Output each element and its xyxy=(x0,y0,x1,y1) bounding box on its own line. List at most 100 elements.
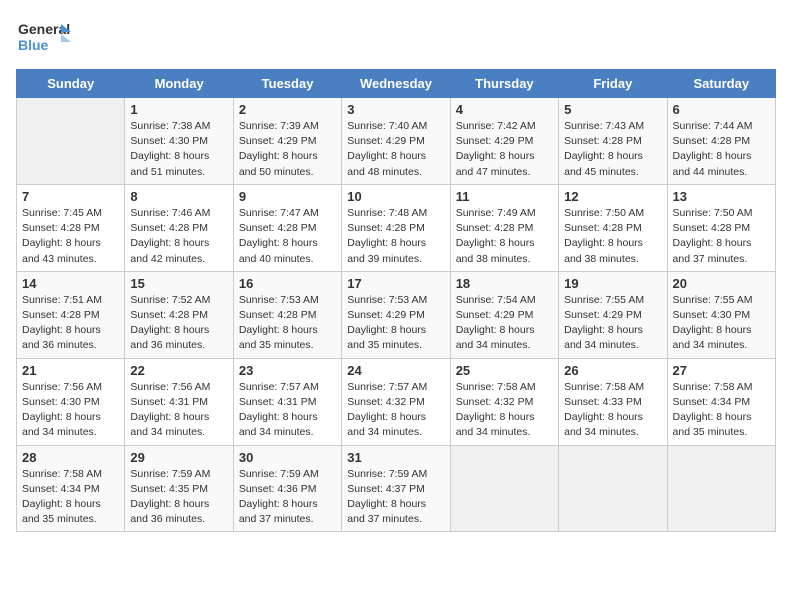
calendar-day-cell: 18 Sunrise: 7:54 AMSunset: 4:29 PMDayligh… xyxy=(450,271,558,358)
calendar-day-cell: 4 Sunrise: 7:42 AMSunset: 4:29 PMDaylight… xyxy=(450,98,558,185)
day-info: Sunrise: 7:57 AMSunset: 4:31 PMDaylight:… xyxy=(239,380,336,441)
weekday-header-monday: Monday xyxy=(125,70,233,98)
day-number: 30 xyxy=(239,450,336,465)
calendar-day-cell: 19 Sunrise: 7:55 AMSunset: 4:29 PMDayligh… xyxy=(559,271,667,358)
day-info: Sunrise: 7:40 AMSunset: 4:29 PMDaylight:… xyxy=(347,119,444,180)
day-number: 1 xyxy=(130,102,227,117)
calendar-week-row: 14 Sunrise: 7:51 AMSunset: 4:28 PMDayligh… xyxy=(17,271,776,358)
day-info: Sunrise: 7:47 AMSunset: 4:28 PMDaylight:… xyxy=(239,206,336,267)
weekday-header-saturday: Saturday xyxy=(667,70,775,98)
day-number: 27 xyxy=(673,363,770,378)
day-number: 22 xyxy=(130,363,227,378)
day-info: Sunrise: 7:50 AMSunset: 4:28 PMDaylight:… xyxy=(564,206,661,267)
weekday-header-sunday: Sunday xyxy=(17,70,125,98)
day-info: Sunrise: 7:49 AMSunset: 4:28 PMDaylight:… xyxy=(456,206,553,267)
day-info: Sunrise: 7:54 AMSunset: 4:29 PMDaylight:… xyxy=(456,293,553,354)
calendar-day-cell: 16Sunrise: 7:53 AMSunset: 4:28 PMDayligh… xyxy=(233,271,341,358)
calendar-day-cell: 8Sunrise: 7:46 AMSunset: 4:28 PMDaylight… xyxy=(125,184,233,271)
weekday-header-friday: Friday xyxy=(559,70,667,98)
day-info: Sunrise: 7:53 AMSunset: 4:29 PMDaylight:… xyxy=(347,293,444,354)
day-number: 11 xyxy=(456,189,553,204)
weekday-header-thursday: Thursday xyxy=(450,70,558,98)
day-number: 6 xyxy=(673,102,770,117)
day-info: Sunrise: 7:55 AMSunset: 4:29 PMDaylight:… xyxy=(564,293,661,354)
day-info: Sunrise: 7:59 AMSunset: 4:37 PMDaylight:… xyxy=(347,467,444,528)
day-number: 10 xyxy=(347,189,444,204)
header: GeneralBlue xyxy=(16,16,776,61)
calendar-day-cell: 7Sunrise: 7:45 AMSunset: 4:28 PMDaylight… xyxy=(17,184,125,271)
calendar-day-cell: 9 Sunrise: 7:47 AMSunset: 4:28 PMDaylight… xyxy=(233,184,341,271)
day-info: Sunrise: 7:59 AMSunset: 4:36 PMDaylight:… xyxy=(239,467,336,528)
day-number: 19 xyxy=(564,276,661,291)
calendar-day-cell: 25Sunrise: 7:58 AMSunset: 4:32 PMDayligh… xyxy=(450,358,558,445)
calendar-day-cell: 5 Sunrise: 7:43 AMSunset: 4:28 PMDaylight… xyxy=(559,98,667,185)
day-info: Sunrise: 7:46 AMSunset: 4:28 PMDaylight:… xyxy=(130,206,227,267)
day-number: 26 xyxy=(564,363,661,378)
empty-cell xyxy=(17,98,125,185)
calendar-week-row: 21 Sunrise: 7:56 AMSunset: 4:30 PMDayligh… xyxy=(17,358,776,445)
calendar-day-cell: 14 Sunrise: 7:51 AMSunset: 4:28 PMDayligh… xyxy=(17,271,125,358)
day-number: 29 xyxy=(130,450,227,465)
empty-cell xyxy=(559,445,667,532)
day-number: 17 xyxy=(347,276,444,291)
calendar-table: SundayMondayTuesdayWednesdayThursdayFrid… xyxy=(16,69,776,532)
day-number: 14 xyxy=(22,276,119,291)
calendar-day-cell: 6 Sunrise: 7:44 AMSunset: 4:28 PMDaylight… xyxy=(667,98,775,185)
calendar-day-cell: 27 Sunrise: 7:58 AMSunset: 4:34 PMDayligh… xyxy=(667,358,775,445)
calendar-body: 1 Sunrise: 7:38 AMSunset: 4:30 PMDaylight… xyxy=(17,98,776,532)
day-info: Sunrise: 7:57 AMSunset: 4:32 PMDaylight:… xyxy=(347,380,444,441)
logo-svg: GeneralBlue xyxy=(16,16,76,61)
calendar-day-cell: 1 Sunrise: 7:38 AMSunset: 4:30 PMDaylight… xyxy=(125,98,233,185)
day-number: 13 xyxy=(673,189,770,204)
day-info: Sunrise: 7:58 AMSunset: 4:33 PMDaylight:… xyxy=(564,380,661,441)
day-info: Sunrise: 7:55 AMSunset: 4:30 PMDaylight:… xyxy=(673,293,770,354)
day-info: Sunrise: 7:52 AMSunset: 4:28 PMDaylight:… xyxy=(130,293,227,354)
calendar-day-cell: 31 Sunrise: 7:59 AMSunset: 4:37 PMDayligh… xyxy=(342,445,450,532)
day-number: 3 xyxy=(347,102,444,117)
day-number: 18 xyxy=(456,276,553,291)
day-number: 31 xyxy=(347,450,444,465)
empty-cell xyxy=(450,445,558,532)
calendar-day-cell: 3 Sunrise: 7:40 AMSunset: 4:29 PMDaylight… xyxy=(342,98,450,185)
day-info: Sunrise: 7:56 AMSunset: 4:31 PMDaylight:… xyxy=(130,380,227,441)
calendar-day-cell: 23 Sunrise: 7:57 AMSunset: 4:31 PMDayligh… xyxy=(233,358,341,445)
day-info: Sunrise: 7:51 AMSunset: 4:28 PMDaylight:… xyxy=(22,293,119,354)
calendar-day-cell: 11 Sunrise: 7:49 AMSunset: 4:28 PMDayligh… xyxy=(450,184,558,271)
calendar-day-cell: 17 Sunrise: 7:53 AMSunset: 4:29 PMDayligh… xyxy=(342,271,450,358)
day-info: Sunrise: 7:56 AMSunset: 4:30 PMDaylight:… xyxy=(22,380,119,441)
calendar-day-cell: 15 Sunrise: 7:52 AMSunset: 4:28 PMDayligh… xyxy=(125,271,233,358)
calendar-day-cell: 2Sunrise: 7:39 AMSunset: 4:29 PMDaylight… xyxy=(233,98,341,185)
svg-text:Blue: Blue xyxy=(18,37,49,53)
calendar-day-cell: 30 Sunrise: 7:59 AMSunset: 4:36 PMDayligh… xyxy=(233,445,341,532)
day-number: 5 xyxy=(564,102,661,117)
weekday-header-row: SundayMondayTuesdayWednesdayThursdayFrid… xyxy=(17,70,776,98)
day-number: 24 xyxy=(347,363,444,378)
calendar-week-row: 28Sunrise: 7:58 AMSunset: 4:34 PMDayligh… xyxy=(17,445,776,532)
day-number: 21 xyxy=(22,363,119,378)
day-info: Sunrise: 7:42 AMSunset: 4:29 PMDaylight:… xyxy=(456,119,553,180)
day-info: Sunrise: 7:38 AMSunset: 4:30 PMDaylight:… xyxy=(130,119,227,180)
calendar-day-cell: 12 Sunrise: 7:50 AMSunset: 4:28 PMDayligh… xyxy=(559,184,667,271)
day-number: 28 xyxy=(22,450,119,465)
day-number: 12 xyxy=(564,189,661,204)
calendar-day-cell: 29 Sunrise: 7:59 AMSunset: 4:35 PMDayligh… xyxy=(125,445,233,532)
day-number: 9 xyxy=(239,189,336,204)
calendar-day-cell: 28Sunrise: 7:58 AMSunset: 4:34 PMDayligh… xyxy=(17,445,125,532)
day-info: Sunrise: 7:53 AMSunset: 4:28 PMDaylight:… xyxy=(239,293,336,354)
calendar-day-cell: 21 Sunrise: 7:56 AMSunset: 4:30 PMDayligh… xyxy=(17,358,125,445)
day-number: 4 xyxy=(456,102,553,117)
day-info: Sunrise: 7:58 AMSunset: 4:34 PMDaylight:… xyxy=(673,380,770,441)
day-info: Sunrise: 7:58 AMSunset: 4:32 PMDaylight:… xyxy=(456,380,553,441)
day-info: Sunrise: 7:43 AMSunset: 4:28 PMDaylight:… xyxy=(564,119,661,180)
weekday-header-tuesday: Tuesday xyxy=(233,70,341,98)
day-number: 23 xyxy=(239,363,336,378)
calendar-week-row: 1 Sunrise: 7:38 AMSunset: 4:30 PMDaylight… xyxy=(17,98,776,185)
day-info: Sunrise: 7:59 AMSunset: 4:35 PMDaylight:… xyxy=(130,467,227,528)
calendar-day-cell: 20 Sunrise: 7:55 AMSunset: 4:30 PMDayligh… xyxy=(667,271,775,358)
day-number: 20 xyxy=(673,276,770,291)
day-info: Sunrise: 7:44 AMSunset: 4:28 PMDaylight:… xyxy=(673,119,770,180)
calendar-day-cell: 26 Sunrise: 7:58 AMSunset: 4:33 PMDayligh… xyxy=(559,358,667,445)
calendar-header: SundayMondayTuesdayWednesdayThursdayFrid… xyxy=(17,70,776,98)
day-number: 15 xyxy=(130,276,227,291)
day-info: Sunrise: 7:45 AMSunset: 4:28 PMDaylight:… xyxy=(22,206,119,267)
